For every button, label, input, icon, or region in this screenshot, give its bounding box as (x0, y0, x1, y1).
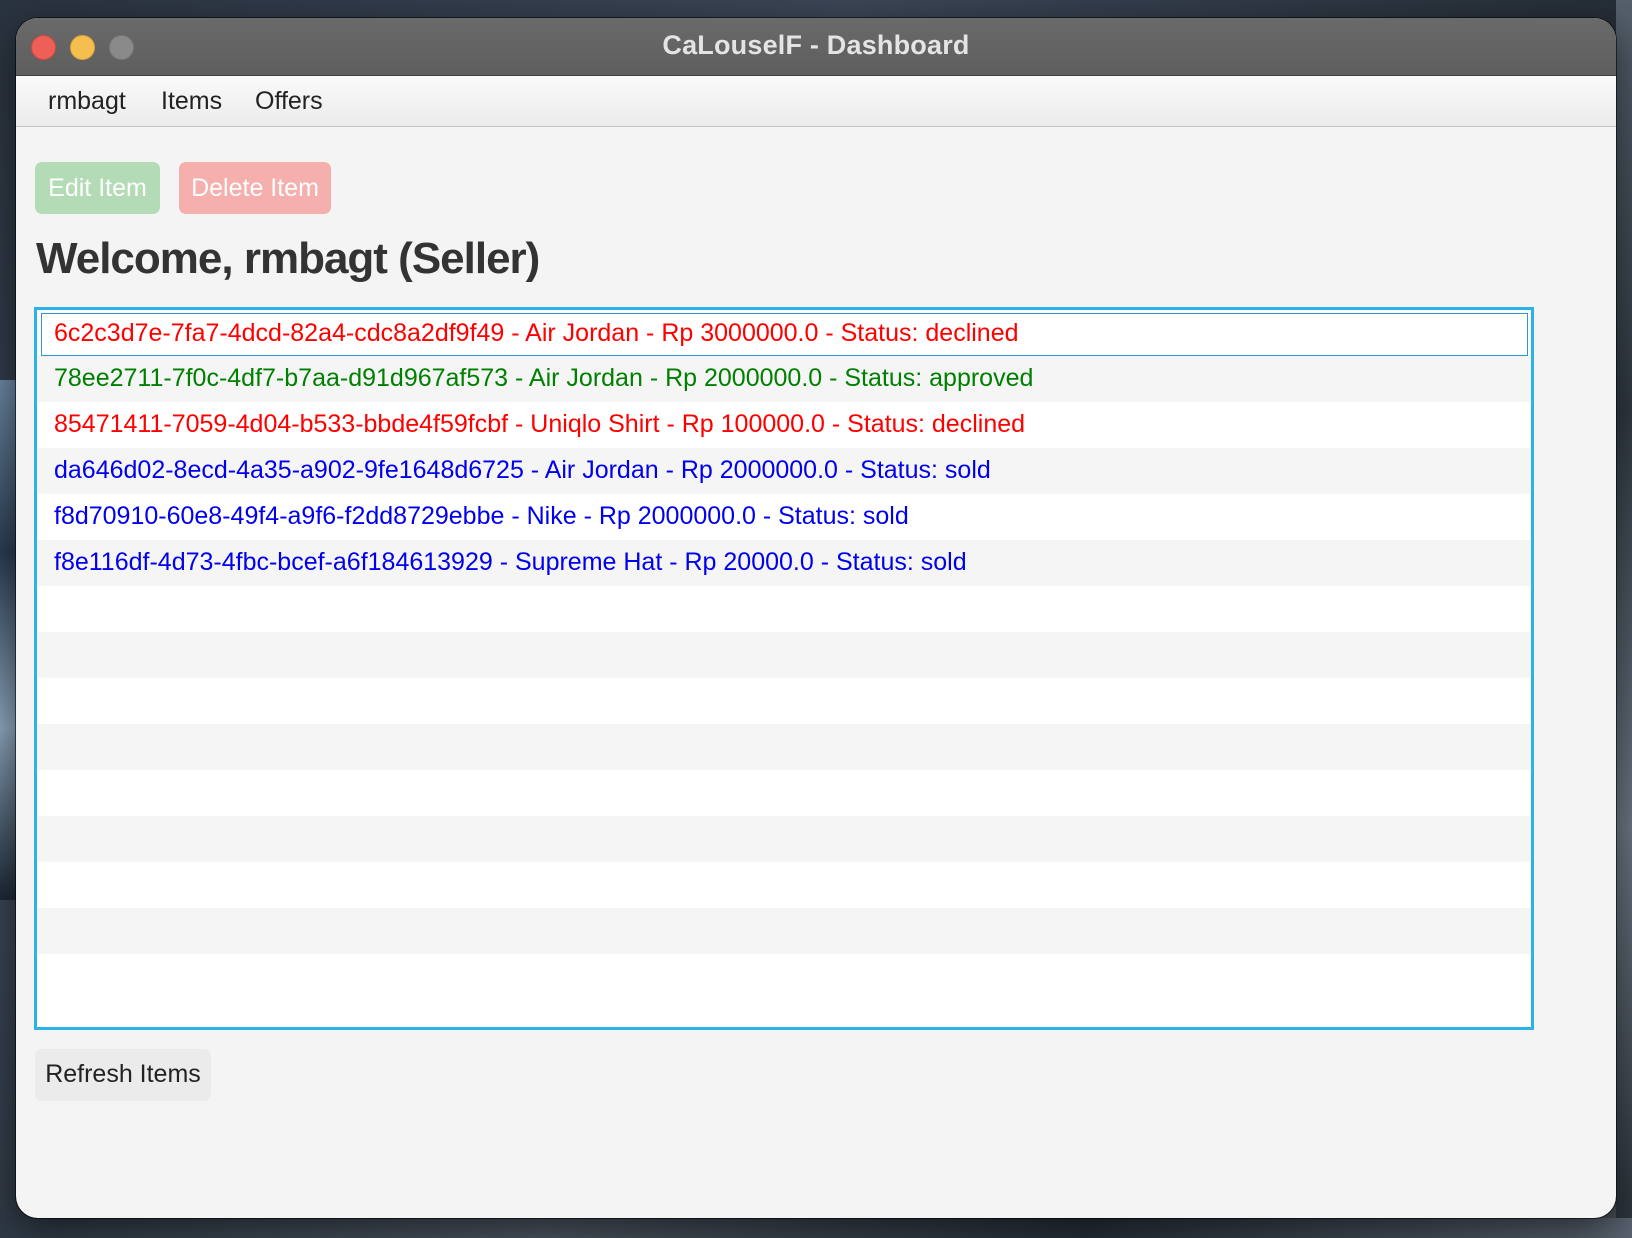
app-window: CaLouselF - Dashboard rmbagt Items Offer… (16, 18, 1616, 1218)
desktop-background (0, 380, 16, 900)
empty-list-row (37, 770, 1531, 816)
empty-list-row (37, 724, 1531, 770)
delete-item-button[interactable]: Delete Item (179, 162, 331, 214)
menu-offers[interactable]: Offers (255, 76, 323, 126)
menu-items[interactable]: Items (161, 76, 222, 126)
menu-bar: rmbagt Items Offers (16, 76, 1616, 127)
list-item[interactable]: f8e116df-4d73-4fbc-bcef-a6f184613929 - S… (37, 540, 1531, 586)
minimize-window-button[interactable] (70, 35, 95, 60)
menu-user[interactable]: rmbagt (48, 76, 126, 126)
list-item[interactable]: da646d02-8ecd-4a35-a902-9fe1648d6725 - A… (37, 448, 1531, 494)
empty-list-row (37, 954, 1531, 1000)
welcome-heading: Welcome, rmbagt (Seller) (36, 234, 540, 283)
empty-list-row (37, 862, 1531, 908)
items-list[interactable]: 6c2c3d7e-7fa7-4dcd-82a4-cdc8a2df9f49 - A… (34, 307, 1534, 1030)
empty-list-row (37, 816, 1531, 862)
edit-item-button[interactable]: Edit Item (35, 162, 160, 214)
zoom-window-button[interactable] (109, 35, 134, 60)
list-item[interactable]: 78ee2711-7f0c-4df7-b7aa-d91d967af573 - A… (37, 356, 1531, 402)
list-item[interactable]: f8d70910-60e8-49f4-a9f6-f2dd8729ebbe - N… (37, 494, 1531, 540)
title-bar: CaLouselF - Dashboard (16, 18, 1616, 76)
empty-list-row (37, 678, 1531, 724)
empty-list-row (37, 632, 1531, 678)
desktop-background-right (1616, 0, 1632, 1238)
empty-list-row (37, 586, 1531, 632)
list-item[interactable]: 6c2c3d7e-7fa7-4dcd-82a4-cdc8a2df9f49 - A… (41, 313, 1528, 356)
desktop-background-bottom (0, 1218, 1632, 1238)
close-window-button[interactable] (31, 35, 56, 60)
list-item[interactable]: 85471411-7059-4d04-b533-bbde4f59fcbf - U… (37, 402, 1531, 448)
refresh-items-button[interactable]: Refresh Items (35, 1049, 211, 1101)
window-title: CaLouselF - Dashboard (662, 30, 970, 60)
empty-list-row (37, 908, 1531, 954)
